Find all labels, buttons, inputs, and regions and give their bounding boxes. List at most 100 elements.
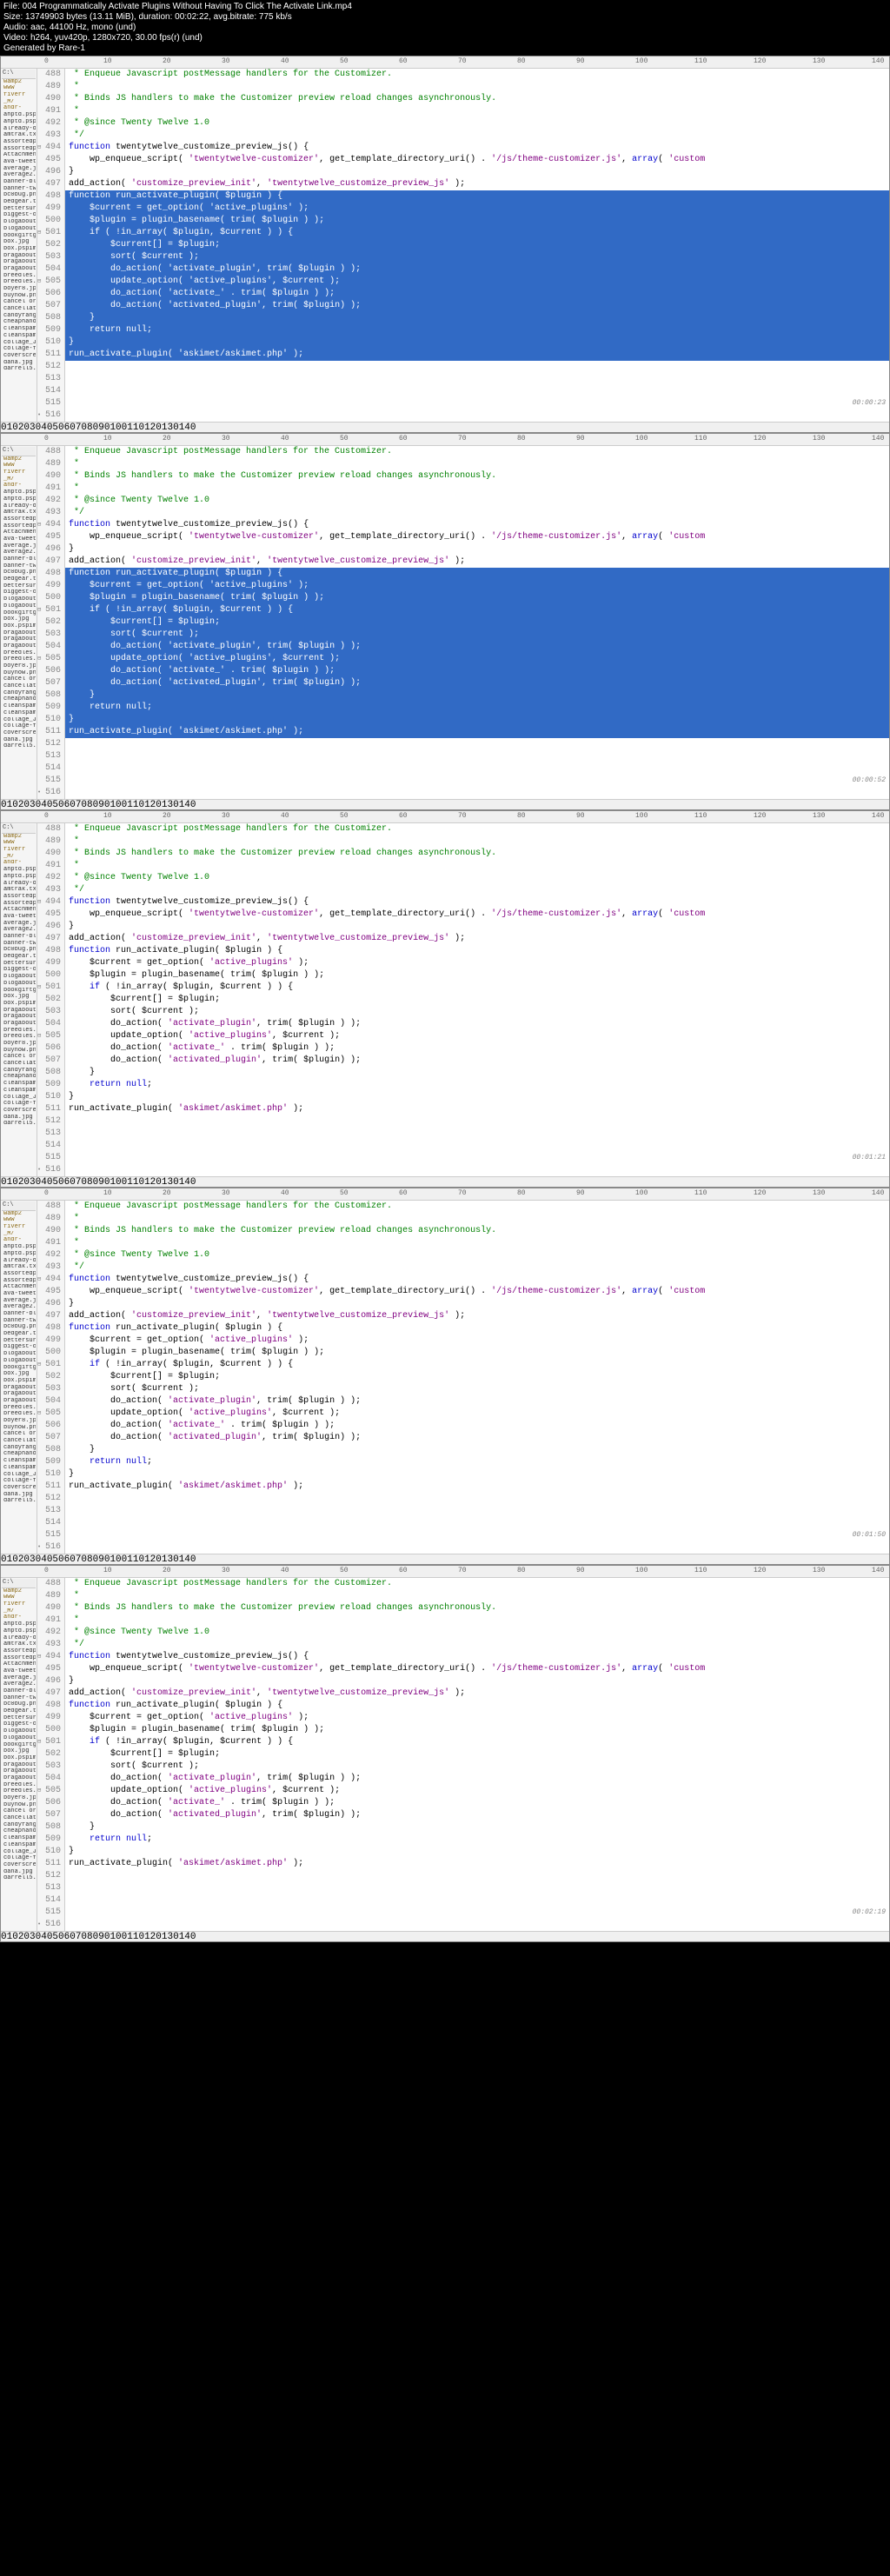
code-line[interactable]: do_action( 'activated_plugin', trim( $pl… bbox=[65, 677, 889, 689]
code-line[interactable]: function run_activate_plugin( $plugin ) … bbox=[65, 568, 889, 580]
sidebar-item[interactable]: breedles.ps bbox=[2, 656, 36, 663]
sidebar-item[interactable]: ahptd.psp bbox=[2, 1621, 36, 1628]
sidebar-item[interactable]: biggest-on bbox=[2, 967, 36, 974]
sidebar-item[interactable]: banner-twi bbox=[2, 1695, 36, 1702]
sidebar-item[interactable]: assortedpro bbox=[2, 146, 36, 153]
sidebar-item[interactable]: bedgear.txt bbox=[2, 576, 36, 583]
code-line[interactable]: function run_activate_plugin( $plugin ) … bbox=[65, 190, 889, 203]
sidebar-item[interactable]: banner-twi bbox=[2, 186, 36, 193]
sidebar-item[interactable]: bragaboutr bbox=[2, 1385, 36, 1392]
code-line[interactable]: * bbox=[65, 458, 889, 470]
code-line[interactable]: wp_enqueue_script( 'twentytwelve-customi… bbox=[65, 1663, 889, 1675]
sidebar-item[interactable]: candyfang. bbox=[2, 313, 36, 320]
code-line[interactable]: */ bbox=[65, 884, 889, 896]
sidebar-item[interactable]: box.jpg bbox=[2, 239, 36, 246]
code-line[interactable]: do_action( 'activate_' . trim( $plugin )… bbox=[65, 1042, 889, 1055]
code-line[interactable]: $current[] = $plugin; bbox=[65, 239, 889, 251]
code-line[interactable]: $plugin = plugin_basename( trim( $plugin… bbox=[65, 1347, 889, 1359]
code-line[interactable]: } bbox=[65, 312, 889, 324]
sidebar-item[interactable]: fiverr bbox=[2, 847, 36, 854]
sidebar-item[interactable]: average2.j bbox=[2, 549, 36, 556]
sidebar-item[interactable]: wamp2 bbox=[2, 834, 36, 841]
code-line[interactable]: $plugin = plugin_basename( trim( $plugin… bbox=[65, 1724, 889, 1736]
sidebar-item[interactable]: buynow.pn bbox=[2, 1802, 36, 1809]
sidebar-item[interactable]: blogabouty bbox=[2, 1735, 36, 1742]
sidebar-item[interactable]: biggest-on bbox=[2, 1721, 36, 1728]
sidebar-item[interactable]: banner-blo bbox=[2, 556, 36, 563]
sidebar-item[interactable]: fiverr bbox=[2, 92, 36, 99]
sidebar-item[interactable]: breedles.jp bbox=[2, 1782, 36, 1789]
code-line[interactable]: if ( !in_array( $plugin, $current ) ) { bbox=[65, 604, 889, 616]
sidebar-item[interactable]: ahptd.psp; bbox=[2, 496, 36, 503]
sidebar-item[interactable]: cancellatio bbox=[2, 1815, 36, 1822]
file-tree-sidebar[interactable]: C:\wamp2 www fiverr _M/ andr-ahptd.pspah… bbox=[1, 823, 37, 1176]
sidebar-item[interactable]: blogabouty bbox=[2, 1728, 36, 1735]
sidebar-item[interactable]: already-del bbox=[2, 1258, 36, 1265]
sidebar-item[interactable]: cheaphand bbox=[2, 1828, 36, 1835]
sidebar-item[interactable]: buynow.pn bbox=[2, 1425, 36, 1432]
sidebar-item[interactable]: banner-twi bbox=[2, 563, 36, 570]
sidebar-item[interactable]: dana.jpg bbox=[2, 1869, 36, 1876]
sidebar-item[interactable]: cheaphand bbox=[2, 696, 36, 703]
sidebar-tree[interactable]: wamp2 www fiverr _M/ andr-ahptd.pspahptd… bbox=[2, 1588, 36, 1882]
sidebar-item[interactable]: amtrak.txt bbox=[2, 1264, 36, 1271]
sidebar-item[interactable]: coverscreen bbox=[2, 730, 36, 737]
sidebar-item[interactable]: ahptd.psp; bbox=[2, 1628, 36, 1635]
sidebar-item[interactable]: assortedpro bbox=[2, 1271, 36, 1278]
sidebar-item[interactable]: box.jpg bbox=[2, 1371, 36, 1378]
sidebar-item[interactable]: average.jp bbox=[2, 166, 36, 173]
sidebar-item[interactable]: cleanspamc bbox=[2, 1081, 36, 1088]
sidebar-item[interactable]: darrell5.jpg bbox=[2, 1875, 36, 1882]
code-line[interactable]: do_action( 'activated_plugin', trim( $pl… bbox=[65, 1432, 889, 1444]
sidebar-item[interactable]: bragaboutr bbox=[2, 266, 36, 273]
code-line[interactable]: if ( !in_array( $plugin, $current ) ) { bbox=[65, 982, 889, 994]
sidebar-item[interactable]: box.pspima bbox=[2, 1378, 36, 1385]
sidebar-item[interactable]: andr- bbox=[2, 1614, 36, 1621]
sidebar-item[interactable]: banner-twi bbox=[2, 941, 36, 948]
code-line[interactable]: run_activate_plugin( 'askimet/askimet.ph… bbox=[65, 349, 889, 361]
code-line[interactable]: $plugin = plugin_basename( trim( $plugin… bbox=[65, 592, 889, 604]
sidebar-item[interactable]: ahptd.psp bbox=[2, 489, 36, 496]
code-line[interactable]: $current = get_option( 'active_plugins' … bbox=[65, 1335, 889, 1347]
sidebar-item[interactable]: bookgiftgu bbox=[2, 233, 36, 240]
code-line[interactable]: wp_enqueue_script( 'twentytwelve-customi… bbox=[65, 909, 889, 921]
sidebar-item[interactable]: assortedpro bbox=[2, 901, 36, 908]
sidebar-item[interactable]: ava-tweet- bbox=[2, 1668, 36, 1675]
sidebar-item[interactable]: boyer8.jpg bbox=[2, 663, 36, 670]
sidebar-item[interactable]: ahptd.psp bbox=[2, 112, 36, 119]
code-line[interactable]: * bbox=[65, 81, 889, 93]
sidebar-item[interactable]: bc0bug.png bbox=[2, 569, 36, 576]
code-line[interactable]: run_activate_plugin( 'askimet/askimet.ph… bbox=[65, 726, 889, 738]
code-line[interactable]: * bbox=[65, 1614, 889, 1627]
sidebar-item[interactable]: candyfang. bbox=[2, 1445, 36, 1452]
sidebar-item[interactable]: bookgiftgu bbox=[2, 988, 36, 995]
sidebar-item[interactable]: assortedpro bbox=[2, 894, 36, 901]
code-line[interactable]: $current = get_option( 'active_plugins' … bbox=[65, 203, 889, 215]
sidebar-item[interactable]: collage-fat bbox=[2, 1855, 36, 1862]
code-line[interactable]: * Binds JS handlers to make the Customiz… bbox=[65, 93, 889, 105]
code-line[interactable]: $plugin = plugin_basename( trim( $plugin… bbox=[65, 969, 889, 982]
code-line[interactable]: * Binds JS handlers to make the Customiz… bbox=[65, 1225, 889, 1237]
sidebar-drive-header[interactable]: C:\ bbox=[2, 1579, 36, 1588]
sidebar-item[interactable]: bragaboutr bbox=[2, 1398, 36, 1405]
code-line[interactable]: * Binds JS handlers to make the Customiz… bbox=[65, 848, 889, 860]
sidebar-item[interactable]: breedles.ps bbox=[2, 1034, 36, 1041]
sidebar-item[interactable]: assortedpro bbox=[2, 523, 36, 530]
sidebar-item[interactable]: bragaboutr bbox=[2, 643, 36, 650]
sidebar-item[interactable]: assortedpro bbox=[2, 139, 36, 146]
sidebar-item[interactable]: _M/ bbox=[2, 1231, 36, 1238]
sidebar-drive-header[interactable]: C:\ bbox=[2, 824, 36, 834]
sidebar-item[interactable]: wamp2 bbox=[2, 456, 36, 463]
sidebar-item[interactable]: amtrak.txt bbox=[2, 1641, 36, 1648]
sidebar-item[interactable]: cleanspamc bbox=[2, 326, 36, 333]
code-line[interactable]: do_action( 'activated_plugin', trim( $pl… bbox=[65, 1055, 889, 1067]
code-line[interactable]: update_option( 'active_plugins', $curren… bbox=[65, 276, 889, 288]
sidebar-item[interactable]: Attachmen bbox=[2, 1661, 36, 1668]
code-line[interactable]: */ bbox=[65, 1261, 889, 1274]
sidebar-item[interactable]: blogabouty bbox=[2, 1351, 36, 1358]
code-line[interactable]: add_action( 'customize_preview_init', 't… bbox=[65, 933, 889, 945]
sidebar-item[interactable]: cancel orde bbox=[2, 1808, 36, 1815]
sidebar-item[interactable]: blogabouty bbox=[2, 603, 36, 610]
sidebar-item[interactable]: coverscreen bbox=[2, 1485, 36, 1492]
sidebar-item[interactable]: www bbox=[2, 85, 36, 92]
